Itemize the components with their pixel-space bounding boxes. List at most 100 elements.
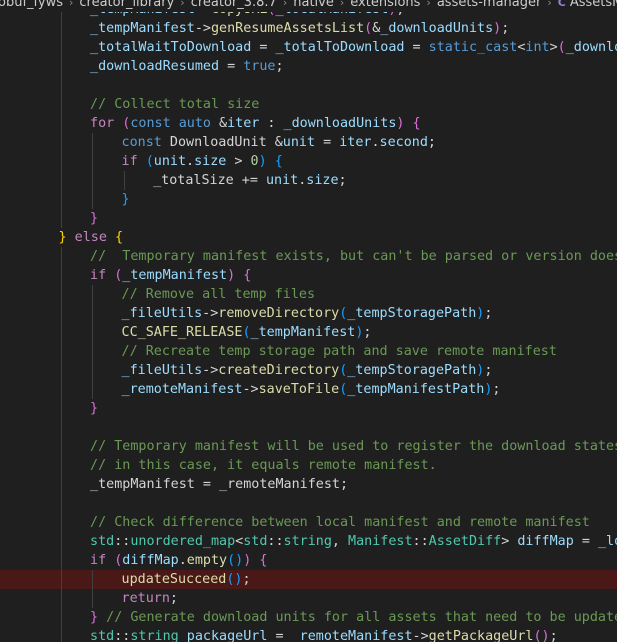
code-token: } bbox=[58, 230, 67, 245]
breadcrumb-item[interactable]: assets-manager bbox=[437, 0, 542, 9]
code-text: _totalWaitToDownload = _totalToDownload … bbox=[90, 38, 617, 57]
code-text: // Collect total size bbox=[90, 95, 259, 114]
code-token: diffMap bbox=[122, 553, 179, 568]
breadcrumb-file[interactable]: AssetsManagerEx.c bbox=[570, 0, 617, 9]
chevron-right-icon: › bbox=[339, 0, 345, 9]
code-token: ; bbox=[363, 325, 372, 340]
code-token: _remoteManifest bbox=[291, 629, 413, 642]
code-line[interactable] bbox=[0, 494, 617, 513]
code-token: _downloadResumed bbox=[90, 59, 220, 74]
code-line[interactable] bbox=[0, 76, 617, 95]
code-token: string bbox=[130, 629, 179, 642]
code-line[interactable]: _totalWaitToDownload = _totalToDownload … bbox=[0, 38, 617, 57]
code-token: } bbox=[121, 192, 130, 207]
code-text: _fileUtils->createDirectory(_tempStorage… bbox=[122, 361, 493, 380]
code-token: :: bbox=[412, 534, 429, 549]
code-token: = bbox=[404, 40, 429, 55]
code-token: // in this case, it equals remote manife… bbox=[90, 458, 437, 473]
code-line[interactable]: _tempManifest->copyURL(_localManifest); bbox=[0, 12, 617, 19]
code-token: _remoteManifest bbox=[121, 382, 243, 397]
code-editor[interactable]: _tempManifest->copyURL(_localManifest);_… bbox=[0, 12, 617, 642]
code-text: _fileUtils->removeDirectory(_tempStorage… bbox=[122, 304, 493, 323]
breadcrumb-item[interactable]: creator_3.8.7 bbox=[191, 0, 277, 9]
code-token: if bbox=[90, 268, 107, 283]
code-token: // Recreate temp storage path and save r… bbox=[121, 344, 557, 359]
code-token: > bbox=[549, 40, 558, 55]
code-text: // in this case, it equals remote manife… bbox=[90, 456, 437, 475]
breadcrumb-item[interactable]: extensions bbox=[350, 0, 420, 9]
code-line[interactable]: } bbox=[0, 209, 617, 228]
code-line[interactable]: _tempManifest = _remoteManifest; bbox=[0, 475, 617, 494]
code-line[interactable]: // in this case, it equals remote manife… bbox=[0, 456, 617, 475]
code-line[interactable]: // Collect total size bbox=[0, 95, 617, 114]
code-token: // Remove all temp files bbox=[121, 287, 316, 302]
code-line[interactable]: for (const auto &iter : _downloadUnits) … bbox=[0, 114, 617, 133]
code-text: if (diffMap.empty()) { bbox=[90, 551, 267, 570]
code-line[interactable]: } // Generate download units for all ass… bbox=[0, 608, 617, 627]
code-line[interactable]: // Temporary manifest exists, but can't … bbox=[0, 247, 617, 266]
code-token: Manifest bbox=[348, 534, 413, 549]
code-token: } bbox=[90, 401, 99, 416]
code-token: : bbox=[259, 116, 284, 131]
code-token: updateSucceed bbox=[121, 572, 227, 587]
code-line[interactable]: _tempManifest->genResumeAssetsList(&_dow… bbox=[0, 19, 617, 38]
code-line[interactable]: _downloadResumed = true; bbox=[0, 57, 617, 76]
code-token: size bbox=[194, 154, 227, 169]
code-token: ) bbox=[227, 268, 236, 283]
code-token: { bbox=[243, 268, 252, 283]
breadcrumb-item[interactable]: obuf_fyws bbox=[0, 0, 63, 9]
code-text: std::unordered_map<std::string, Manifest… bbox=[90, 532, 617, 551]
code-token: . bbox=[186, 154, 195, 169]
chevron-right-icon: › bbox=[180, 0, 185, 9]
code-token: _fileUtils bbox=[121, 363, 203, 378]
chevron-right-icon: › bbox=[68, 0, 74, 9]
code-token: & bbox=[210, 116, 228, 131]
breadcrumb-item[interactable]: native bbox=[293, 0, 334, 9]
code-token: removeDirectory bbox=[218, 306, 340, 321]
code-line[interactable] bbox=[0, 418, 617, 437]
code-line[interactable]: if (diffMap.empty()) { bbox=[0, 551, 617, 570]
code-token: // Check difference between local manife… bbox=[90, 515, 590, 530]
code-token: < bbox=[235, 534, 244, 549]
code-token: _tempStoragePath bbox=[347, 363, 477, 378]
code-line[interactable]: // Check difference between local manife… bbox=[0, 513, 617, 532]
chevron-right-icon: › bbox=[426, 0, 431, 9]
code-token: for bbox=[90, 116, 115, 131]
code-line[interactable]: } else { bbox=[0, 228, 617, 247]
code-token: ; bbox=[275, 59, 284, 74]
code-token: () bbox=[533, 629, 550, 642]
breadcrumb-item[interactable]: creator_library bbox=[79, 0, 174, 9]
code-line[interactable]: std::unordered_map<std::string, Manifest… bbox=[0, 532, 617, 551]
code-text: _downloadResumed = true; bbox=[90, 57, 284, 76]
code-line[interactable]: std::string packageUrl = _remoteManifest… bbox=[0, 627, 617, 642]
code-token: ; bbox=[427, 135, 436, 150]
code-token: ) bbox=[493, 21, 502, 36]
code-token: int bbox=[525, 40, 550, 55]
code-token: std bbox=[90, 534, 115, 549]
code-line[interactable]: if (_tempManifest) { bbox=[0, 266, 617, 285]
code-token: ; bbox=[339, 477, 349, 492]
code-token: unit bbox=[265, 173, 299, 188]
code-token: = bbox=[315, 135, 340, 150]
code-token: :: bbox=[267, 534, 284, 549]
code-token: _totalWaitToDownload bbox=[90, 40, 252, 55]
code-line[interactable]: } bbox=[0, 399, 617, 418]
code-text: const DownloadUnit &unit = iter.second; bbox=[122, 133, 436, 152]
code-token: _fileUtils bbox=[121, 306, 203, 321]
code-token: ; bbox=[242, 572, 251, 587]
code-token: -> bbox=[194, 21, 211, 36]
code-line[interactable]: // Temporary manifest will be used to re… bbox=[0, 437, 617, 456]
code-text: // Temporary manifest will be used to re… bbox=[90, 437, 617, 456]
indent-guide bbox=[61, 247, 62, 642]
code-token: ; bbox=[338, 173, 347, 188]
code-token: _local bbox=[597, 534, 617, 549]
code-token: _totalToDownload bbox=[275, 40, 405, 55]
code-token: diffMap bbox=[517, 534, 574, 549]
code-token: _tempManifest bbox=[250, 325, 356, 340]
code-token: -> bbox=[412, 629, 429, 642]
indent-guide bbox=[124, 171, 125, 190]
